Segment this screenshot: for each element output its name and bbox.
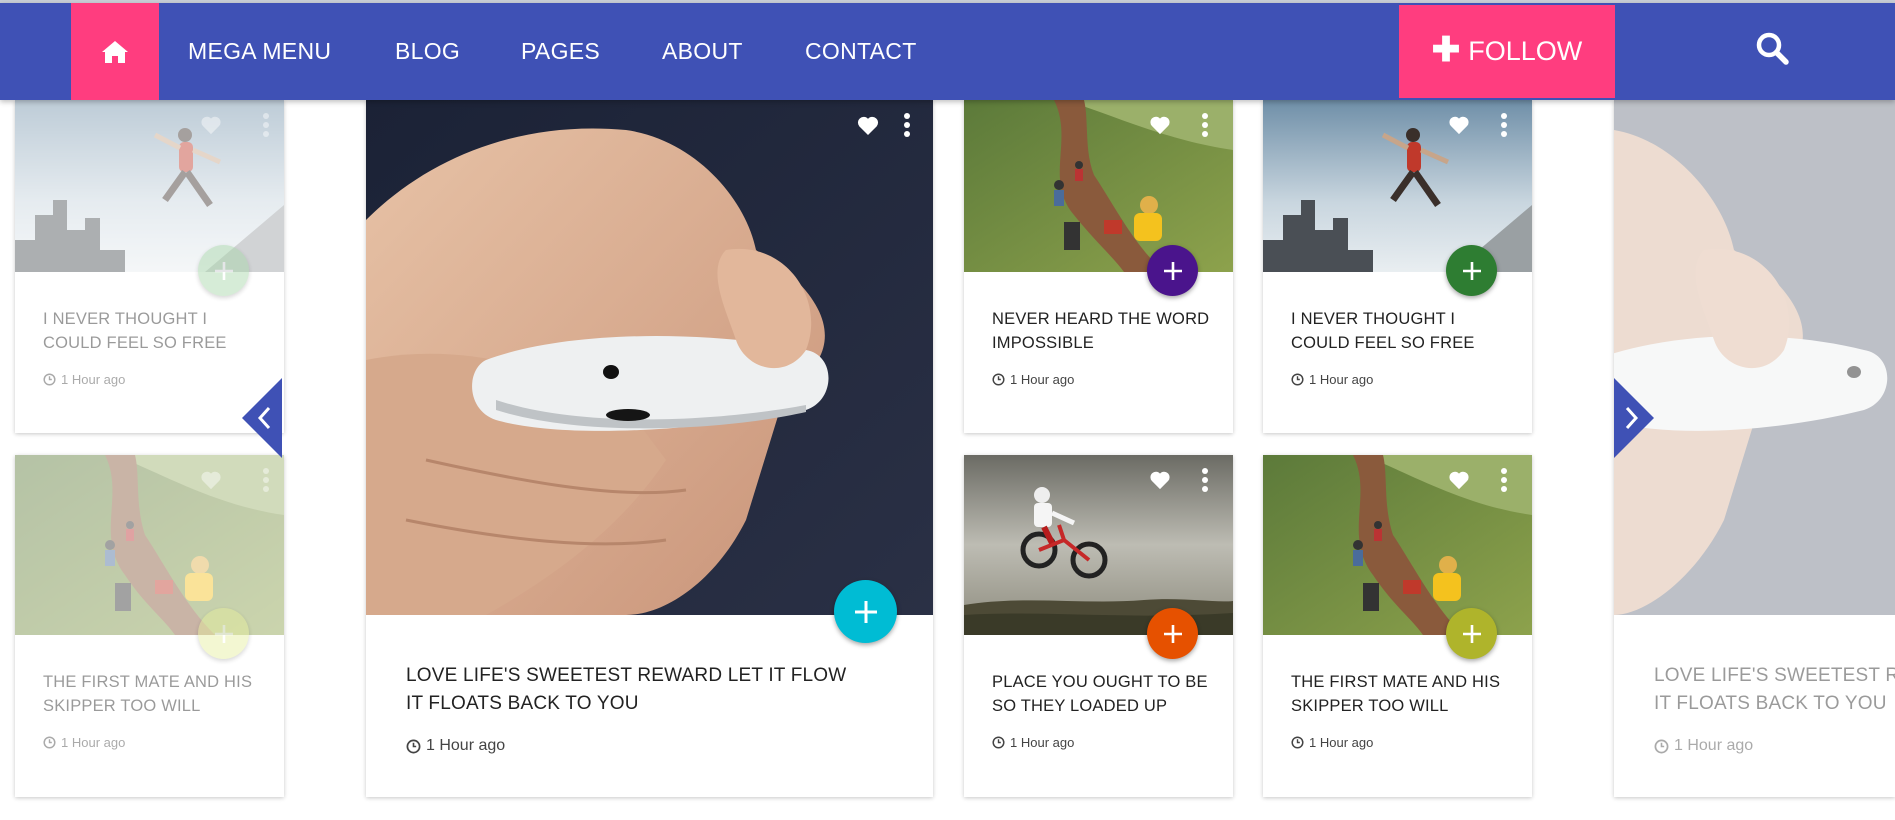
post-time: 1 Hour ago bbox=[406, 737, 505, 755]
more-vert-icon[interactable] bbox=[262, 112, 270, 138]
post-title[interactable]: NEVER HEARD THE WORD IMPOSSIBLE bbox=[992, 307, 1212, 355]
heart-icon[interactable] bbox=[1149, 115, 1171, 135]
clock-icon bbox=[406, 739, 421, 753]
post-card[interactable]: THE FIRST MATE AND HIS SKIPPER TOO WILL 1… bbox=[1263, 455, 1532, 797]
clock-icon bbox=[43, 373, 56, 386]
clock-icon bbox=[1291, 373, 1304, 386]
post-time: 1 Hour ago bbox=[43, 372, 125, 387]
heart-icon[interactable] bbox=[1149, 470, 1171, 490]
more-vert-icon[interactable] bbox=[1201, 112, 1209, 138]
follow-button[interactable]: ✚ FOLLOW bbox=[1399, 5, 1615, 98]
post-image-runner-city bbox=[1263, 100, 1532, 272]
post-title[interactable]: I NEVER THOUGHT I COULD FEEL SO FREE bbox=[1291, 307, 1511, 355]
carousel-next-button[interactable] bbox=[1614, 378, 1654, 458]
add-button[interactable] bbox=[1147, 245, 1198, 296]
carousel-prev-button[interactable] bbox=[242, 378, 282, 458]
heart-icon[interactable] bbox=[856, 115, 880, 136]
add-button[interactable] bbox=[1446, 608, 1497, 659]
more-vert-icon[interactable] bbox=[1500, 112, 1508, 138]
nav-item-blog[interactable]: BLOG bbox=[395, 3, 460, 100]
plus-icon bbox=[1163, 624, 1182, 643]
home-button[interactable] bbox=[71, 3, 159, 100]
nav-item-about[interactable]: ABOUT bbox=[662, 3, 743, 100]
post-image-phone-hand bbox=[1614, 100, 1895, 615]
clock-icon bbox=[992, 373, 1005, 386]
plus-icon: ✚ bbox=[1431, 30, 1461, 69]
search-button[interactable] bbox=[1755, 31, 1795, 71]
add-button[interactable] bbox=[834, 580, 897, 643]
search-icon bbox=[1756, 32, 1789, 65]
post-card[interactable]: NEVER HEARD THE WORD IMPOSSIBLE 1 Hour ag… bbox=[964, 100, 1233, 433]
post-card[interactable]: I NEVER THOUGHT I COULD FEEL SO FREE 1 Ho… bbox=[1263, 100, 1532, 433]
add-button[interactable] bbox=[198, 245, 249, 296]
post-card[interactable]: PLACE YOU OUGHT TO BE SO THEY LOADED UP 1… bbox=[964, 455, 1233, 797]
clock-icon bbox=[43, 736, 56, 749]
post-image-hikers-hill bbox=[15, 455, 284, 635]
clock-icon bbox=[1291, 736, 1304, 749]
more-vert-icon[interactable] bbox=[1500, 467, 1508, 493]
clock-icon bbox=[1654, 739, 1669, 753]
post-card-featured[interactable]: LOVE LIFE'S SWEETEST REWARD LET IT FLOW I… bbox=[366, 100, 933, 797]
post-image-runner-city bbox=[15, 100, 284, 272]
post-title[interactable]: LOVE LIFE'S SWEETEST RE IT FLOATS BACK TO… bbox=[1654, 662, 1895, 718]
post-title[interactable]: THE FIRST MATE AND HIS SKIPPER TOO WILL bbox=[1291, 670, 1511, 718]
plus-icon bbox=[214, 261, 233, 280]
heart-icon[interactable] bbox=[200, 470, 222, 490]
more-vert-icon[interactable] bbox=[903, 112, 911, 138]
plus-icon bbox=[1163, 261, 1182, 280]
more-vert-icon[interactable] bbox=[1201, 467, 1209, 493]
clock-icon bbox=[992, 736, 1005, 749]
add-button[interactable] bbox=[1147, 608, 1198, 659]
plus-icon bbox=[214, 624, 233, 643]
plus-icon bbox=[1462, 624, 1481, 643]
post-time: 1 Hour ago bbox=[992, 372, 1074, 387]
nav-item-pages[interactable]: PAGES bbox=[521, 3, 600, 100]
post-image-bike-jump bbox=[964, 455, 1233, 635]
heart-icon[interactable] bbox=[1448, 470, 1470, 490]
top-navbar: MEGA MENU BLOG PAGES ABOUT CONTACT ✚ FOL… bbox=[0, 3, 1895, 100]
post-time: 1 Hour ago bbox=[1291, 735, 1373, 750]
post-title[interactable]: I NEVER THOUGHT I COULD FEEL SO FREE bbox=[43, 307, 263, 355]
nav-item-mega-menu[interactable]: MEGA MENU bbox=[188, 3, 331, 100]
post-image-hikers-hill bbox=[1263, 455, 1532, 635]
heart-icon[interactable] bbox=[200, 115, 222, 135]
more-vert-icon[interactable] bbox=[262, 467, 270, 493]
post-time: 1 Hour ago bbox=[992, 735, 1074, 750]
post-image-phone-hand bbox=[366, 100, 933, 615]
plus-icon bbox=[1462, 261, 1481, 280]
post-title[interactable]: LOVE LIFE'S SWEETEST REWARD LET IT FLOW I… bbox=[406, 662, 906, 718]
post-time: 1 Hour ago bbox=[1291, 372, 1373, 387]
heart-icon[interactable] bbox=[1448, 115, 1470, 135]
nav-item-contact[interactable]: CONTACT bbox=[805, 3, 917, 100]
plus-icon bbox=[854, 600, 877, 623]
post-title[interactable]: THE FIRST MATE AND HIS SKIPPER TOO WILL bbox=[43, 670, 263, 718]
post-card[interactable]: THE FIRST MATE AND HIS SKIPPER TOO WILL 1… bbox=[15, 455, 284, 797]
home-icon bbox=[102, 40, 128, 63]
post-title[interactable]: PLACE YOU OUGHT TO BE SO THEY LOADED UP bbox=[992, 670, 1212, 718]
follow-label: FOLLOW bbox=[1468, 36, 1583, 66]
add-button[interactable] bbox=[1446, 245, 1497, 296]
post-image-hikers-hill bbox=[964, 100, 1233, 272]
post-time: 1 Hour ago bbox=[1654, 737, 1753, 755]
add-button[interactable] bbox=[198, 608, 249, 659]
post-card-featured[interactable]: LOVE LIFE'S SWEETEST RE IT FLOATS BACK TO… bbox=[1614, 100, 1895, 797]
post-time: 1 Hour ago bbox=[43, 735, 125, 750]
